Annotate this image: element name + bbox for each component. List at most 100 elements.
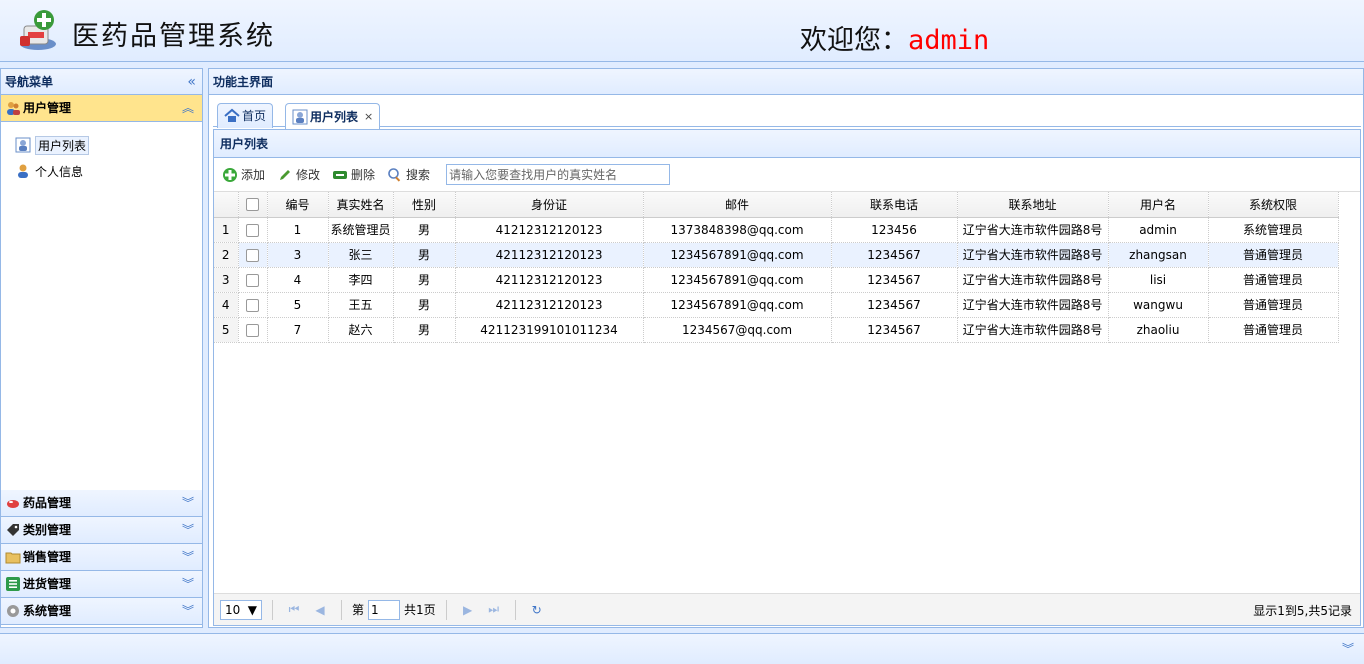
- row-checkbox-cell[interactable]: [238, 317, 268, 343]
- nav-section-drug-management[interactable]: 药品管理 ︾: [1, 490, 202, 517]
- nav-link-label: 个人信息: [35, 164, 84, 179]
- pill-icon: [5, 495, 21, 511]
- cell-gender: 男: [393, 292, 456, 318]
- delete-button[interactable]: 删除: [330, 163, 381, 187]
- search-label: 搜索: [406, 168, 431, 182]
- cell-address: 辽宁省大连市软件园路8号: [957, 292, 1109, 318]
- app-footer: ︾: [0, 633, 1364, 664]
- row-number: 1: [214, 217, 239, 243]
- row-checkbox[interactable]: [246, 323, 259, 337]
- column-header[interactable]: 邮件: [643, 192, 832, 218]
- refresh-icon[interactable]: ↻: [526, 603, 548, 617]
- cell-phone: 123456: [831, 217, 958, 243]
- user-list-icon: [15, 137, 31, 153]
- row-checkbox-cell[interactable]: [238, 292, 268, 318]
- nav-link-user-list[interactable]: 用户列表: [15, 132, 202, 158]
- search-input[interactable]: [446, 164, 671, 185]
- tabs: 首页 用户列表 × 用户列表 添加 修改 删除 搜索 请输入您要查找用户的真实姓…: [213, 99, 1361, 626]
- double-chevron-down-icon[interactable]: ︾: [182, 598, 194, 624]
- column-header[interactable]: 身份证: [455, 192, 644, 218]
- cell-idcard: 41212312120123: [455, 217, 644, 243]
- next-page-icon[interactable]: ▶: [457, 603, 479, 617]
- row-checkbox-cell[interactable]: [238, 217, 268, 243]
- select-all-checkbox[interactable]: [246, 198, 259, 212]
- add-label: 添加: [241, 168, 266, 182]
- grid-title: 用户列表: [214, 130, 1360, 158]
- pagination-bar: 10 ▼ ⏮ ◀ 第 共1页 ▶ ⏭ ↻ 显示1到5,共5记录: [214, 593, 1360, 625]
- table-row[interactable]: 3 4 李四 男 42112312120123 1234567891@qq.co…: [214, 267, 1339, 293]
- close-icon[interactable]: ×: [364, 106, 373, 128]
- cell-email: 1373848398@qq.com: [643, 217, 832, 243]
- row-checkbox-cell[interactable]: [238, 242, 268, 268]
- page-size-select[interactable]: 10 ▼: [220, 599, 262, 620]
- nav-section-user-management[interactable]: 用户管理 ︽: [1, 95, 202, 122]
- nav-section-category-management[interactable]: 类别管理 ︾: [1, 517, 202, 544]
- row-checkbox[interactable]: [246, 298, 259, 312]
- user-group-icon: [5, 100, 21, 116]
- list-icon: [5, 576, 21, 592]
- double-chevron-left-icon[interactable]: «: [187, 69, 196, 95]
- edit-button[interactable]: 修改: [275, 163, 326, 187]
- column-header[interactable]: 性别: [393, 192, 456, 218]
- column-header[interactable]: 联系地址: [957, 192, 1109, 218]
- column-header[interactable]: 真实姓名: [328, 192, 394, 218]
- user-table: 编号 真实姓名 性别 身份证 邮件 联系电话 联系地址 用户名 系统权限 1 1…: [214, 192, 1339, 343]
- welcome-prefix: 欢迎您：: [800, 25, 908, 56]
- row-checkbox[interactable]: [246, 223, 259, 237]
- column-header[interactable]: 编号: [267, 192, 329, 218]
- row-checkbox[interactable]: [246, 248, 259, 262]
- nav-panel: 导航菜单 « 用户管理 ︽ 用户列表 个人信息 药品管理 ︾ 类别管理 ︾ 销售…: [0, 68, 203, 628]
- app-title: 医药品管理系统: [72, 21, 275, 52]
- search-button[interactable]: 搜索: [385, 163, 436, 187]
- table-row[interactable]: 2 3 张三 男 42112312120123 1234567891@qq.co…: [214, 242, 1339, 268]
- double-chevron-up-icon[interactable]: ︽: [182, 95, 194, 121]
- column-header[interactable]: 系统权限: [1208, 192, 1339, 218]
- page-number-input[interactable]: [368, 599, 401, 620]
- double-chevron-down-icon[interactable]: ︾: [182, 517, 194, 543]
- nav-link-personal-info[interactable]: 个人信息: [15, 158, 202, 184]
- last-page-icon[interactable]: ⏭: [483, 602, 505, 617]
- cell-gender: 男: [393, 242, 456, 268]
- cell-idcard: 42112312120123: [455, 292, 644, 318]
- cell-id: 4: [267, 267, 329, 293]
- table-row[interactable]: 4 5 王五 男 42112312120123 1234567891@qq.co…: [214, 292, 1339, 318]
- row-checkbox-cell[interactable]: [238, 267, 268, 293]
- cell-phone: 1234567: [831, 317, 958, 343]
- nav-section-purchase-management[interactable]: 进货管理 ︾: [1, 571, 202, 598]
- column-header[interactable]: 联系电话: [831, 192, 958, 218]
- cell-address: 辽宁省大连市软件园路8号: [957, 267, 1109, 293]
- double-chevron-down-icon[interactable]: ︾: [1342, 640, 1354, 657]
- double-chevron-down-icon[interactable]: ︾: [182, 490, 194, 516]
- double-chevron-down-icon[interactable]: ︾: [182, 571, 194, 597]
- cell-username: zhaoliu: [1108, 317, 1209, 343]
- tab-user-list[interactable]: 用户列表 ×: [285, 103, 381, 129]
- table-row[interactable]: 5 7 赵六 男 421123199101011234 1234567@qq.c…: [214, 317, 1339, 343]
- nav-section-label: 药品管理: [23, 496, 72, 510]
- cell-role: 普通管理员: [1208, 242, 1339, 268]
- double-chevron-down-icon[interactable]: ︾: [182, 544, 194, 570]
- cell-gender: 男: [393, 317, 456, 343]
- column-header[interactable]: 用户名: [1108, 192, 1209, 218]
- person-icon: [15, 163, 31, 179]
- nav-section-sales-management[interactable]: 销售管理 ︾: [1, 544, 202, 571]
- nav-section-label: 进货管理: [23, 577, 72, 591]
- select-all-header[interactable]: [238, 192, 268, 218]
- tab-bar: 首页 用户列表 ×: [213, 99, 1361, 129]
- table-row[interactable]: 1 1 系统管理员 男 41212312120123 1373848398@qq…: [214, 217, 1339, 243]
- cell-id: 7: [267, 317, 329, 343]
- tab-label: 用户列表: [310, 109, 359, 124]
- cell-name: 赵六: [328, 317, 394, 343]
- first-page-icon[interactable]: ⏮: [283, 602, 305, 617]
- cell-idcard: 42112312120123: [455, 267, 644, 293]
- edit-label: 修改: [296, 168, 321, 182]
- cell-role: 普通管理员: [1208, 317, 1339, 343]
- tab-home[interactable]: 首页: [217, 103, 274, 128]
- cell-phone: 1234567: [831, 292, 958, 318]
- cell-name: 张三: [328, 242, 394, 268]
- welcome-message: 欢迎您：admin: [800, 18, 989, 57]
- prev-page-icon[interactable]: ◀: [309, 603, 331, 617]
- nav-section-system-management[interactable]: 系统管理 ︾: [1, 598, 202, 625]
- home-icon: [224, 108, 240, 124]
- row-checkbox[interactable]: [246, 273, 259, 287]
- add-button[interactable]: 添加: [220, 163, 271, 187]
